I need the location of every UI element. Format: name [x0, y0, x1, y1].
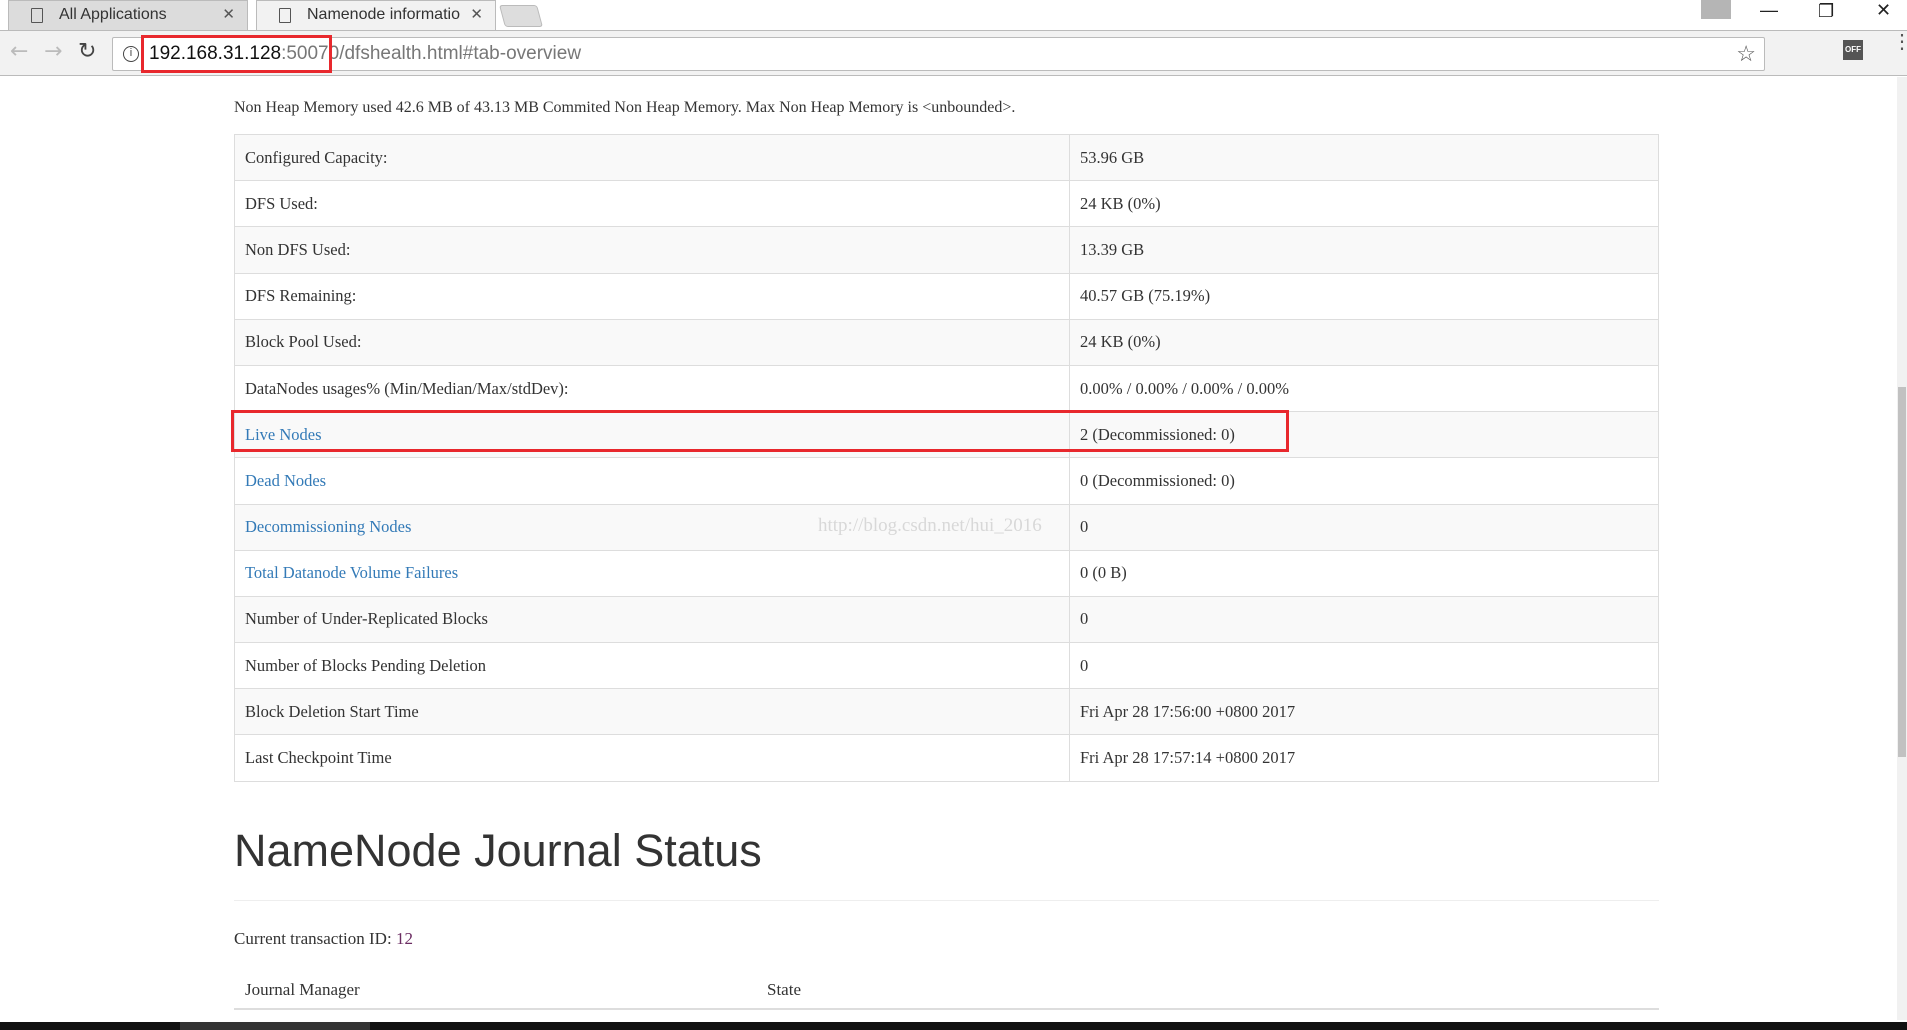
- column-state: State: [767, 980, 801, 999]
- close-window-button[interactable]: ✕: [1876, 0, 1891, 21]
- row-key-cell: Dead Nodes: [234, 457, 1070, 505]
- row-value: 0 (Decommissioned: 0): [1069, 457, 1659, 505]
- tab-label: Namenode informatio: [307, 6, 460, 23]
- table-row: DFS Remaining: 40.57 GB (75.19%): [234, 272, 1659, 320]
- table-row: Block Pool Used: 24 KB (0%): [234, 318, 1659, 366]
- divider: [234, 900, 1659, 901]
- row-key-cell: Block Deletion Start Time: [234, 688, 1070, 736]
- row-key-cell: Configured Capacity:: [234, 133, 1070, 182]
- table-row: Total Datanode Volume Failures 0 (0 B): [234, 549, 1659, 597]
- txid-label: Current transaction ID:: [234, 929, 392, 948]
- row-key: DataNodes usages% (Min/Median/Max/stdDev…: [245, 378, 569, 398]
- row-key-cell: Last Checkpoint Time: [234, 734, 1070, 782]
- table-row: Non DFS Used: 13.39 GB: [234, 226, 1659, 274]
- row-key-cell: DFS Remaining:: [234, 272, 1070, 320]
- row-key-link[interactable]: Total Datanode Volume Failures: [245, 563, 458, 582]
- row-key: Configured Capacity:: [245, 147, 388, 167]
- tab-namenode-information[interactable]: Namenode informatio ✕: [256, 0, 496, 30]
- row-key-cell: Number of Under-Replicated Blocks: [234, 595, 1070, 644]
- scrollbar-thumb[interactable]: [180, 1022, 370, 1030]
- row-value: 0: [1069, 642, 1659, 690]
- table-row: Block Deletion Start Time Fri Apr 28 17:5…: [234, 688, 1659, 736]
- tab-label: All Applications: [59, 6, 167, 23]
- tab-strip: All Applications ✕ Namenode informatio ✕…: [0, 0, 1907, 30]
- url-highlight-box: [141, 35, 332, 73]
- reload-icon[interactable]: ↻: [78, 39, 96, 64]
- row-key: Last Checkpoint Time: [245, 748, 392, 768]
- horizontal-scrollbar[interactable]: [0, 1022, 1907, 1030]
- table-row: Number of Under-Replicated Blocks 0: [234, 595, 1659, 644]
- info-icon[interactable]: i: [123, 46, 139, 62]
- row-value: 0.00% / 0.00% / 0.00% / 0.00%: [1069, 364, 1659, 413]
- row-key: Number of Under-Replicated Blocks: [245, 609, 488, 629]
- forward-icon[interactable]: →: [44, 39, 62, 64]
- row-key: DFS Used:: [245, 193, 318, 213]
- row-value: 53.96 GB: [1069, 133, 1659, 182]
- table-row: Last Checkpoint Time Fri Apr 28 17:57:14 …: [234, 734, 1659, 782]
- url-path: /dfshealth.html#tab-overview: [339, 43, 582, 64]
- document-icon: [31, 8, 43, 23]
- row-value: 24 KB (0%): [1069, 180, 1659, 228]
- row-key-cell: DFS Used:: [234, 180, 1070, 228]
- row-key-cell: Block Pool Used:: [234, 318, 1070, 366]
- row-key: Block Deletion Start Time: [245, 701, 419, 721]
- row-key: Block Pool Used:: [245, 332, 362, 352]
- tab-all-applications[interactable]: All Applications ✕: [8, 0, 248, 30]
- row-key-cell: Number of Blocks Pending Deletion: [234, 642, 1070, 690]
- close-tab-icon[interactable]: ✕: [470, 1, 483, 29]
- browser-toolbar: ← → ↻ i 192.168.31.128:50070/dfshealth.h…: [0, 30, 1907, 76]
- extension-off-icon[interactable]: OFF: [1843, 40, 1863, 60]
- table-row: DFS Used: 24 KB (0%): [234, 180, 1659, 228]
- journal-table-header: Journal Manager State: [234, 972, 1659, 1010]
- row-key: Number of Blocks Pending Deletion: [245, 655, 487, 675]
- new-tab-button[interactable]: [499, 5, 543, 27]
- document-icon: [279, 8, 291, 23]
- row-value: 13.39 GB: [1069, 226, 1659, 274]
- txid-value: 12: [395, 929, 413, 948]
- column-journal-manager: Journal Manager: [245, 980, 360, 999]
- menu-icon[interactable]: ⋮: [1892, 32, 1907, 52]
- minimize-button[interactable]: —: [1760, 0, 1778, 21]
- summary-table: Configured Capacity: 53.96 GB DFS Used: 24 …: [234, 133, 1659, 782]
- row-value: 40.57 GB (75.19%): [1069, 272, 1659, 320]
- live-nodes-highlight-box: [231, 410, 1289, 452]
- row-value: 0: [1069, 595, 1659, 644]
- table-row: Configured Capacity: 53.96 GB: [234, 133, 1659, 182]
- table-row: DataNodes usages% (Min/Median/Max/stdDev…: [234, 364, 1659, 413]
- non-heap-memory-note: Non Heap Memory used 42.6 MB of 43.13 MB…: [234, 99, 1016, 116]
- address-bar[interactable]: i 192.168.31.128:50070/dfshealth.html#ta…: [112, 37, 1765, 71]
- row-key-link[interactable]: Decommissioning Nodes: [245, 517, 411, 536]
- page-content: Non Heap Memory used 42.6 MB of 43.13 MB…: [0, 77, 1897, 1020]
- bookmark-star-icon[interactable]: ☆: [1736, 38, 1756, 70]
- profile-icon[interactable]: [1701, 0, 1731, 19]
- row-key-cell: Decommissioning Nodes: [234, 503, 1070, 551]
- table-row: Dead Nodes 0 (Decommissioned: 0): [234, 457, 1659, 505]
- restore-button[interactable]: ❐: [1818, 1, 1834, 22]
- scrollbar-thumb[interactable]: [1898, 387, 1906, 757]
- journal-status-heading: NameNode Journal Status: [234, 825, 762, 876]
- row-value: Fri Apr 28 17:57:14 +0800 2017: [1069, 734, 1659, 782]
- current-transaction-id: Current transaction ID: 12: [234, 929, 413, 949]
- row-key-link[interactable]: Dead Nodes: [245, 471, 326, 490]
- row-value: 0 (0 B): [1069, 549, 1659, 597]
- row-value: Fri Apr 28 17:56:00 +0800 2017: [1069, 688, 1659, 736]
- row-value: 24 KB (0%): [1069, 318, 1659, 366]
- table-row: Number of Blocks Pending Deletion 0: [234, 642, 1659, 690]
- row-key: Non DFS Used:: [245, 239, 351, 259]
- row-key: DFS Remaining:: [245, 286, 357, 306]
- row-key-cell: Non DFS Used:: [234, 226, 1070, 274]
- close-tab-icon[interactable]: ✕: [222, 1, 235, 29]
- back-icon[interactable]: ←: [10, 39, 28, 64]
- row-key-cell: DataNodes usages% (Min/Median/Max/stdDev…: [234, 364, 1070, 413]
- row-key-cell: Total Datanode Volume Failures: [234, 549, 1070, 597]
- vertical-scrollbar[interactable]: [1897, 77, 1907, 1020]
- row-value: 0: [1069, 503, 1659, 551]
- table-row: Decommissioning Nodes 0: [234, 503, 1659, 551]
